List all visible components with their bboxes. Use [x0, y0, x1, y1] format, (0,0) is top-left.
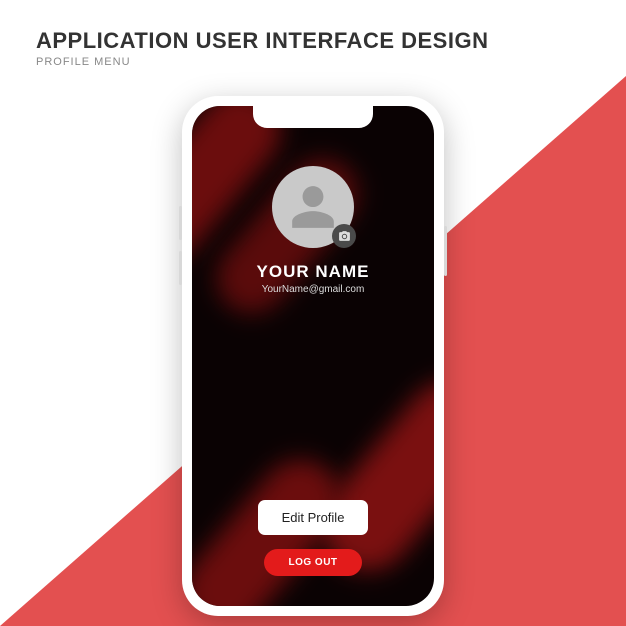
edit-avatar-button[interactable] [332, 224, 356, 248]
logout-button[interactable]: LOG OUT [264, 549, 361, 576]
edit-profile-button[interactable]: Edit Profile [258, 500, 369, 535]
avatar-container[interactable] [272, 166, 354, 248]
phone-screen: YOUR NAME YourName@gmail.com Edit Profil… [192, 106, 434, 606]
phone-side-button [444, 226, 447, 276]
profile-email: YourName@gmail.com [262, 284, 365, 295]
camera-icon [338, 230, 351, 243]
profile-name: YOUR NAME [257, 262, 370, 282]
phone-side-button [179, 206, 182, 240]
phone-mockup: YOUR NAME YourName@gmail.com Edit Profil… [182, 96, 444, 616]
person-icon [288, 182, 338, 232]
phone-notch [253, 106, 373, 128]
page-title: APPLICATION USER INTERFACE DESIGN [36, 28, 590, 54]
phone-frame: YOUR NAME YourName@gmail.com Edit Profil… [182, 96, 444, 616]
page-subtitle: PROFILE MENU [36, 56, 590, 68]
phone-side-button [179, 251, 182, 285]
profile-content: YOUR NAME YourName@gmail.com Edit Profil… [192, 106, 434, 606]
page-header: APPLICATION USER INTERFACE DESIGN PROFIL… [0, 0, 626, 68]
